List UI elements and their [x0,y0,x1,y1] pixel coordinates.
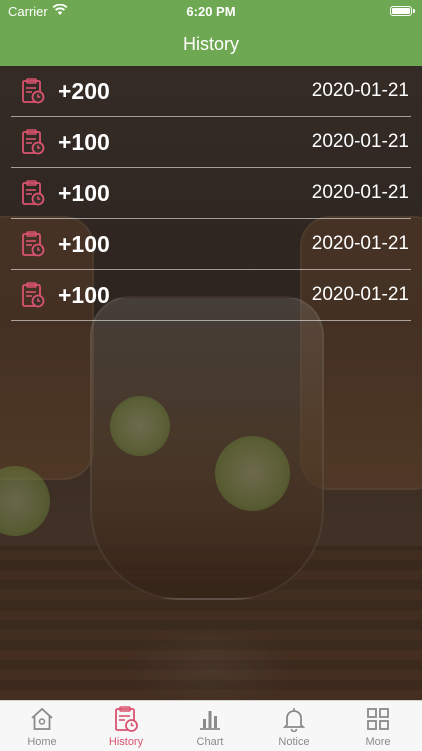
history-amount: +100 [58,129,110,155]
tab-label: Chart [196,736,224,748]
tab-history[interactable]: History [84,701,168,751]
history-amount: +200 [58,78,110,104]
history-list: +200 2020-01-21 +100 2020-01-21 +100 202… [0,66,422,321]
history-date: 2020-01-21 [311,131,409,152]
status-time: 6:20 PM [186,4,236,19]
history-amount: +100 [58,231,110,257]
tab-label: Notice [278,736,310,748]
tab-more[interactable]: More [336,701,420,751]
tab-bar: Home History Chart Notice More [0,700,422,751]
history-amount: +100 [58,180,110,206]
bell-icon [282,708,306,732]
history-date: 2020-01-21 [311,80,409,101]
history-date: 2020-01-21 [311,284,409,305]
history-row[interactable]: +100 2020-01-21 [11,270,411,321]
history-date: 2020-01-21 [311,182,409,203]
history-amount: +100 [58,282,110,308]
clipboard-clock-icon [22,282,45,308]
tab-chart[interactable]: Chart [168,701,252,751]
history-row[interactable]: +100 2020-01-21 [11,117,411,168]
tab-label: More [365,736,391,748]
clipboard-clock-icon [22,180,45,206]
status-bar: Carrier 6:20 PM [0,0,422,22]
history-icon [115,706,138,732]
battery-icon [390,6,412,16]
clipboard-clock-icon [22,129,45,155]
history-row[interactable]: +100 2020-01-21 [11,168,411,219]
tab-label: Home [27,736,57,748]
history-row[interactable]: +100 2020-01-21 [11,219,411,270]
clipboard-clock-icon [22,231,45,257]
tab-home[interactable]: Home [0,701,84,751]
battery-tip [413,9,415,13]
clipboard-clock-icon [22,78,45,104]
page-title: History [182,34,239,54]
app-header: Carrier 6:20 PM History [0,0,422,66]
history-date: 2020-01-21 [311,233,409,254]
history-row[interactable]: +200 2020-01-21 [11,66,411,117]
chart-icon [200,711,220,730]
home-icon [31,707,53,730]
grid-icon [367,708,389,730]
tab-label: History [108,736,144,748]
tab-notice[interactable]: Notice [252,701,336,751]
